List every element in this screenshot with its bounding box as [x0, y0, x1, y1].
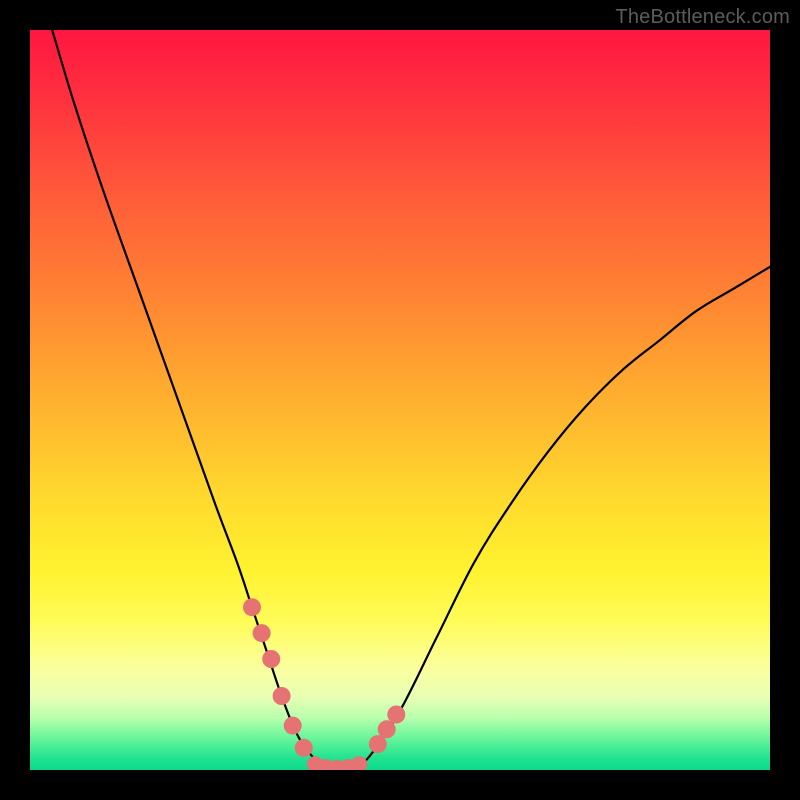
highlight-markers: [243, 598, 405, 770]
marker-dot: [262, 650, 280, 668]
marker-dot: [273, 687, 291, 705]
chart-frame: TheBottleneck.com: [0, 0, 800, 800]
marker-dot: [295, 739, 313, 757]
marker-dot: [284, 717, 302, 735]
watermark-text: TheBottleneck.com: [615, 6, 790, 29]
marker-dot: [351, 756, 367, 770]
marker-dot: [378, 720, 396, 738]
marker-dot: [243, 598, 261, 616]
curve-path-group: [52, 30, 770, 769]
marker-dot: [253, 624, 271, 642]
bottleneck-curve: [52, 30, 770, 769]
marker-dot: [387, 706, 405, 724]
bottleneck-curve-svg: [30, 30, 770, 770]
plot-area: [30, 30, 770, 770]
